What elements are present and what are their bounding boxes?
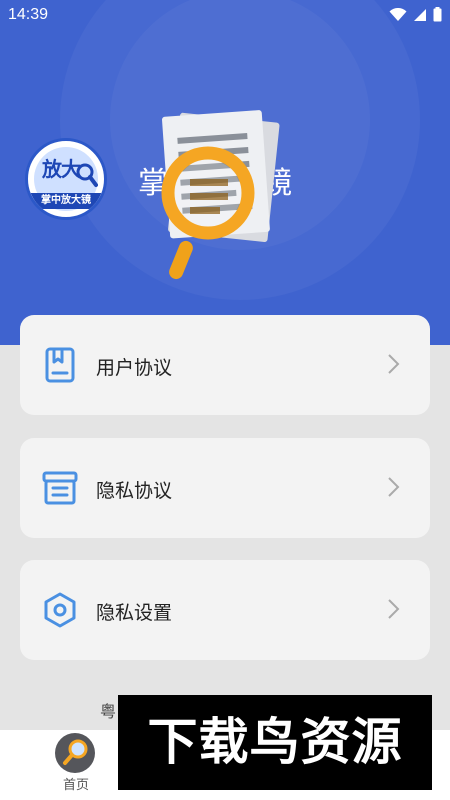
archive-icon <box>42 471 78 505</box>
menu-item-privacy-agreement[interactable]: 隐私协议 <box>20 438 430 538</box>
document-icon <box>45 347 75 383</box>
chevron-right-icon <box>388 599 400 619</box>
logo-magnifier-icon <box>76 163 98 187</box>
menu-item-label: 隐私设置 <box>96 603 173 624</box>
status-time: 14:39 <box>8 6 49 23</box>
magnifier-icon <box>55 733 95 773</box>
logo-bottom-text: 掌中放大镜 <box>41 195 91 206</box>
tab-home[interactable]: 首页 <box>48 730 104 800</box>
watermark-text: 下载鸟资源 <box>147 713 403 771</box>
app-logo: 放大 掌中放大镜 <box>25 138 107 220</box>
menu-item-label: 用户协议 <box>96 358 173 379</box>
wifi-icon <box>389 7 407 21</box>
magnifier-illustration-icon <box>161 110 280 280</box>
chevron-right-icon <box>388 354 400 374</box>
chevron-right-icon <box>388 477 400 497</box>
status-bar: 14:39 <box>0 0 450 30</box>
watermark-banner: 下载鸟资源 <box>118 695 432 790</box>
battery-icon <box>433 7 442 22</box>
status-icons <box>389 7 442 22</box>
menu-item-label: 隐私协议 <box>96 481 173 502</box>
logo-top-text: 放大 <box>42 159 81 181</box>
footer-text: 粤 <box>100 704 117 721</box>
settings-hexagon-icon <box>44 592 76 628</box>
menu-item-user-agreement[interactable]: 用户协议 <box>20 315 430 415</box>
menu-item-privacy-settings[interactable]: 隐私设置 <box>20 560 430 660</box>
header: 14:39 放大 掌中放大镜 掌中放大镜 <box>0 0 450 345</box>
signal-icon <box>414 8 426 21</box>
tab-label: 首页 <box>62 777 89 792</box>
